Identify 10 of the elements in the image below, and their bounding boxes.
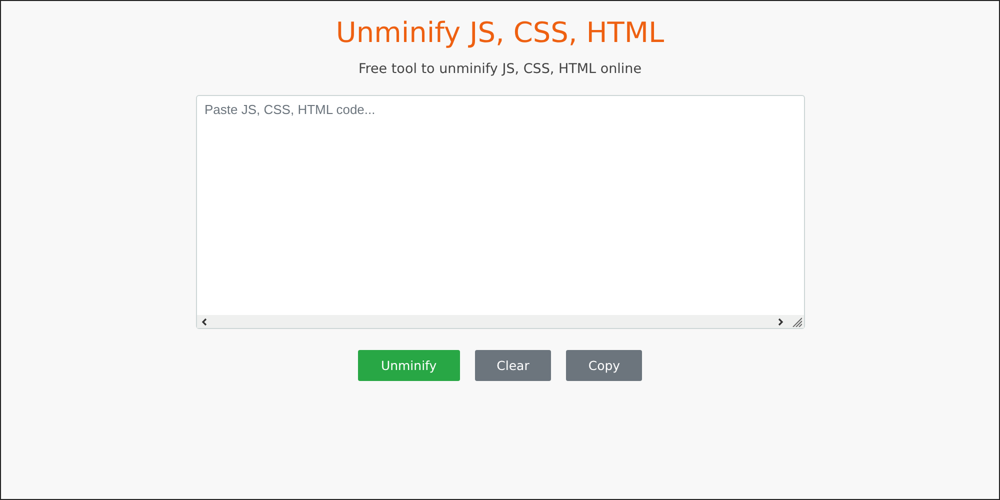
code-input-field[interactable]: Paste JS, CSS, HTML code...: [196, 95, 804, 329]
unminify-button[interactable]: Unminify: [358, 350, 460, 381]
page-subtitle: Free tool to unminify JS, CSS, HTML online: [358, 61, 642, 77]
action-button[interactable]: Copy: [566, 350, 642, 381]
page-title: Unminify JS, CSS, HTML: [336, 15, 664, 51]
resize-grip-icon[interactable]: [792, 316, 802, 326]
action-button[interactable]: Clear: [474, 350, 552, 381]
scroll-right-icon[interactable]: [778, 318, 784, 326]
horizontal-scrollbar[interactable]: [196, 315, 804, 328]
scroll-left-icon[interactable]: [200, 318, 206, 326]
